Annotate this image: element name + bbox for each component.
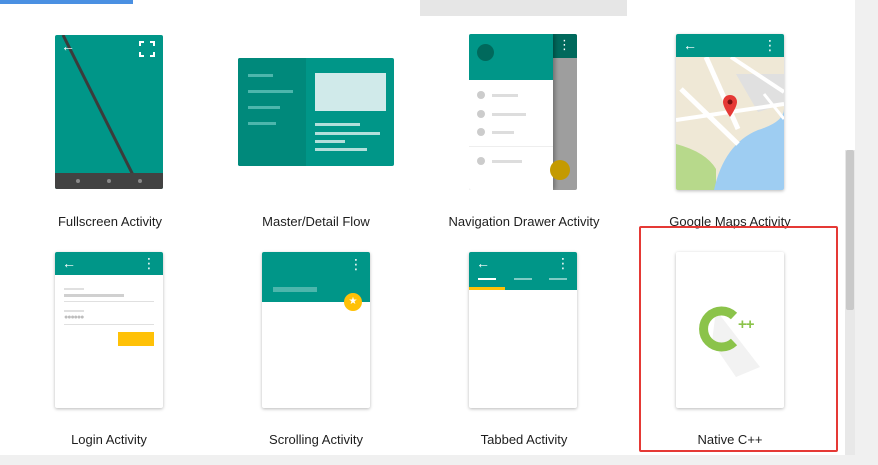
- back-arrow-icon: ←: [683, 37, 697, 53]
- overflow-menu-icon: ⋮: [142, 255, 156, 271]
- fab-button: ★: [344, 293, 362, 311]
- back-arrow-icon: ←: [61, 38, 75, 54]
- selected-template-highlight: [420, 0, 627, 16]
- toolbar-title: [273, 287, 317, 292]
- detail-line: [315, 132, 380, 135]
- overflow-menu-icon: ⋮: [349, 256, 363, 272]
- tab-indicator: [469, 287, 505, 290]
- list-line: [248, 106, 280, 109]
- overflow-menu-icon: ⋮: [763, 37, 777, 53]
- tabbed-activity-thumbnail: ← ⋮: [469, 252, 577, 408]
- detail-line: [315, 140, 345, 143]
- detail-image: [315, 73, 386, 111]
- map-pin-icon: [723, 95, 737, 117]
- template-label: Tabbed Activity: [480, 432, 568, 447]
- overflow-menu-icon: ⋮: [558, 37, 571, 52]
- fullscreen-illustration: [55, 35, 163, 189]
- drawer-item-line: [492, 113, 526, 116]
- scrollbar-thumb[interactable]: [846, 150, 854, 310]
- master-detail-thumbnail: [238, 58, 394, 166]
- app-bar: ← ⋮: [676, 34, 784, 57]
- drawer-divider: [469, 146, 553, 147]
- back-arrow-icon: ←: [62, 255, 76, 271]
- drawer-item-icon: [477, 91, 485, 99]
- google-maps-thumbnail: ← ⋮: [676, 34, 784, 190]
- tab-indicator: [0, 0, 133, 4]
- fab-button: [550, 160, 570, 180]
- list-line: [248, 90, 293, 93]
- login-activity-thumbnail: ← ⋮ ●●●●●●: [55, 252, 163, 408]
- password-field: ●●●●●●: [64, 314, 84, 321]
- detail-line: [315, 123, 360, 126]
- email-field: [64, 294, 124, 297]
- template-gallery: ← Fullscreen Activity Master/Detail Flow…: [0, 0, 855, 455]
- tab-label: [514, 278, 532, 280]
- drawer-item-icon: [477, 128, 485, 136]
- list-line: [248, 74, 273, 77]
- navigation-drawer-thumbnail: ⋮: [469, 34, 577, 190]
- tab-label: [549, 278, 567, 280]
- drawer-item-line: [492, 160, 522, 163]
- selection-highlight: [639, 226, 838, 452]
- detail-line: [315, 148, 367, 151]
- template-label: Scrolling Activity: [269, 432, 363, 447]
- sign-in-button: [118, 332, 154, 346]
- list-line: [248, 122, 276, 125]
- overflow-menu-icon: ⋮: [556, 255, 570, 271]
- back-arrow-icon: ←: [476, 255, 490, 271]
- avatar: [477, 44, 494, 61]
- template-label: Navigation Drawer Activity: [448, 214, 600, 229]
- star-icon: ★: [348, 296, 358, 307]
- email-underline: [64, 301, 154, 302]
- fullscreen-icon: [139, 41, 155, 57]
- drawer-item-icon: [477, 110, 485, 118]
- drawer-item-icon: [477, 157, 485, 165]
- template-label: Fullscreen Activity: [57, 214, 163, 229]
- app-bar: ← ⋮: [469, 252, 577, 290]
- fullscreen-activity-thumbnail: ←: [55, 35, 163, 189]
- email-hint: [64, 288, 84, 290]
- password-underline: [64, 324, 154, 325]
- tab-label: [478, 278, 496, 280]
- drawer-item-line: [492, 131, 514, 134]
- drawer-item-line: [492, 94, 518, 97]
- password-hint: [64, 310, 84, 312]
- scrolling-activity-thumbnail: ⋮ ★: [262, 252, 370, 408]
- app-bar: ← ⋮: [55, 252, 163, 275]
- template-label: Login Activity: [71, 432, 147, 447]
- template-label: Master/Detail Flow: [262, 214, 370, 229]
- drawer-panel: [469, 34, 553, 190]
